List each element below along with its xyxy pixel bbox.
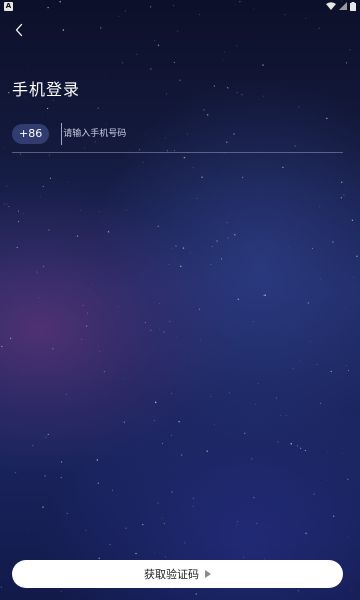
back-button[interactable] [8, 20, 30, 42]
chevron-left-icon [14, 22, 24, 41]
signal-icon [339, 2, 347, 10]
input-underline [12, 152, 343, 153]
status-bar: A [0, 0, 360, 12]
page-title: 手机登录 [12, 80, 81, 99]
phone-input-row: +86 [12, 123, 343, 145]
login-screen: A 手机登录 +86 获取验证码 [0, 0, 360, 600]
wifi-icon [326, 2, 336, 10]
get-verification-code-label: 获取验证码 [144, 568, 199, 581]
country-code-selector[interactable]: +86 [12, 124, 50, 144]
phone-number-input[interactable] [61, 123, 343, 145]
app-notification-icon: A [4, 1, 13, 11]
play-arrow-icon [205, 570, 211, 578]
get-verification-code-button[interactable]: 获取验证码 [12, 560, 343, 588]
battery-icon [350, 1, 356, 11]
